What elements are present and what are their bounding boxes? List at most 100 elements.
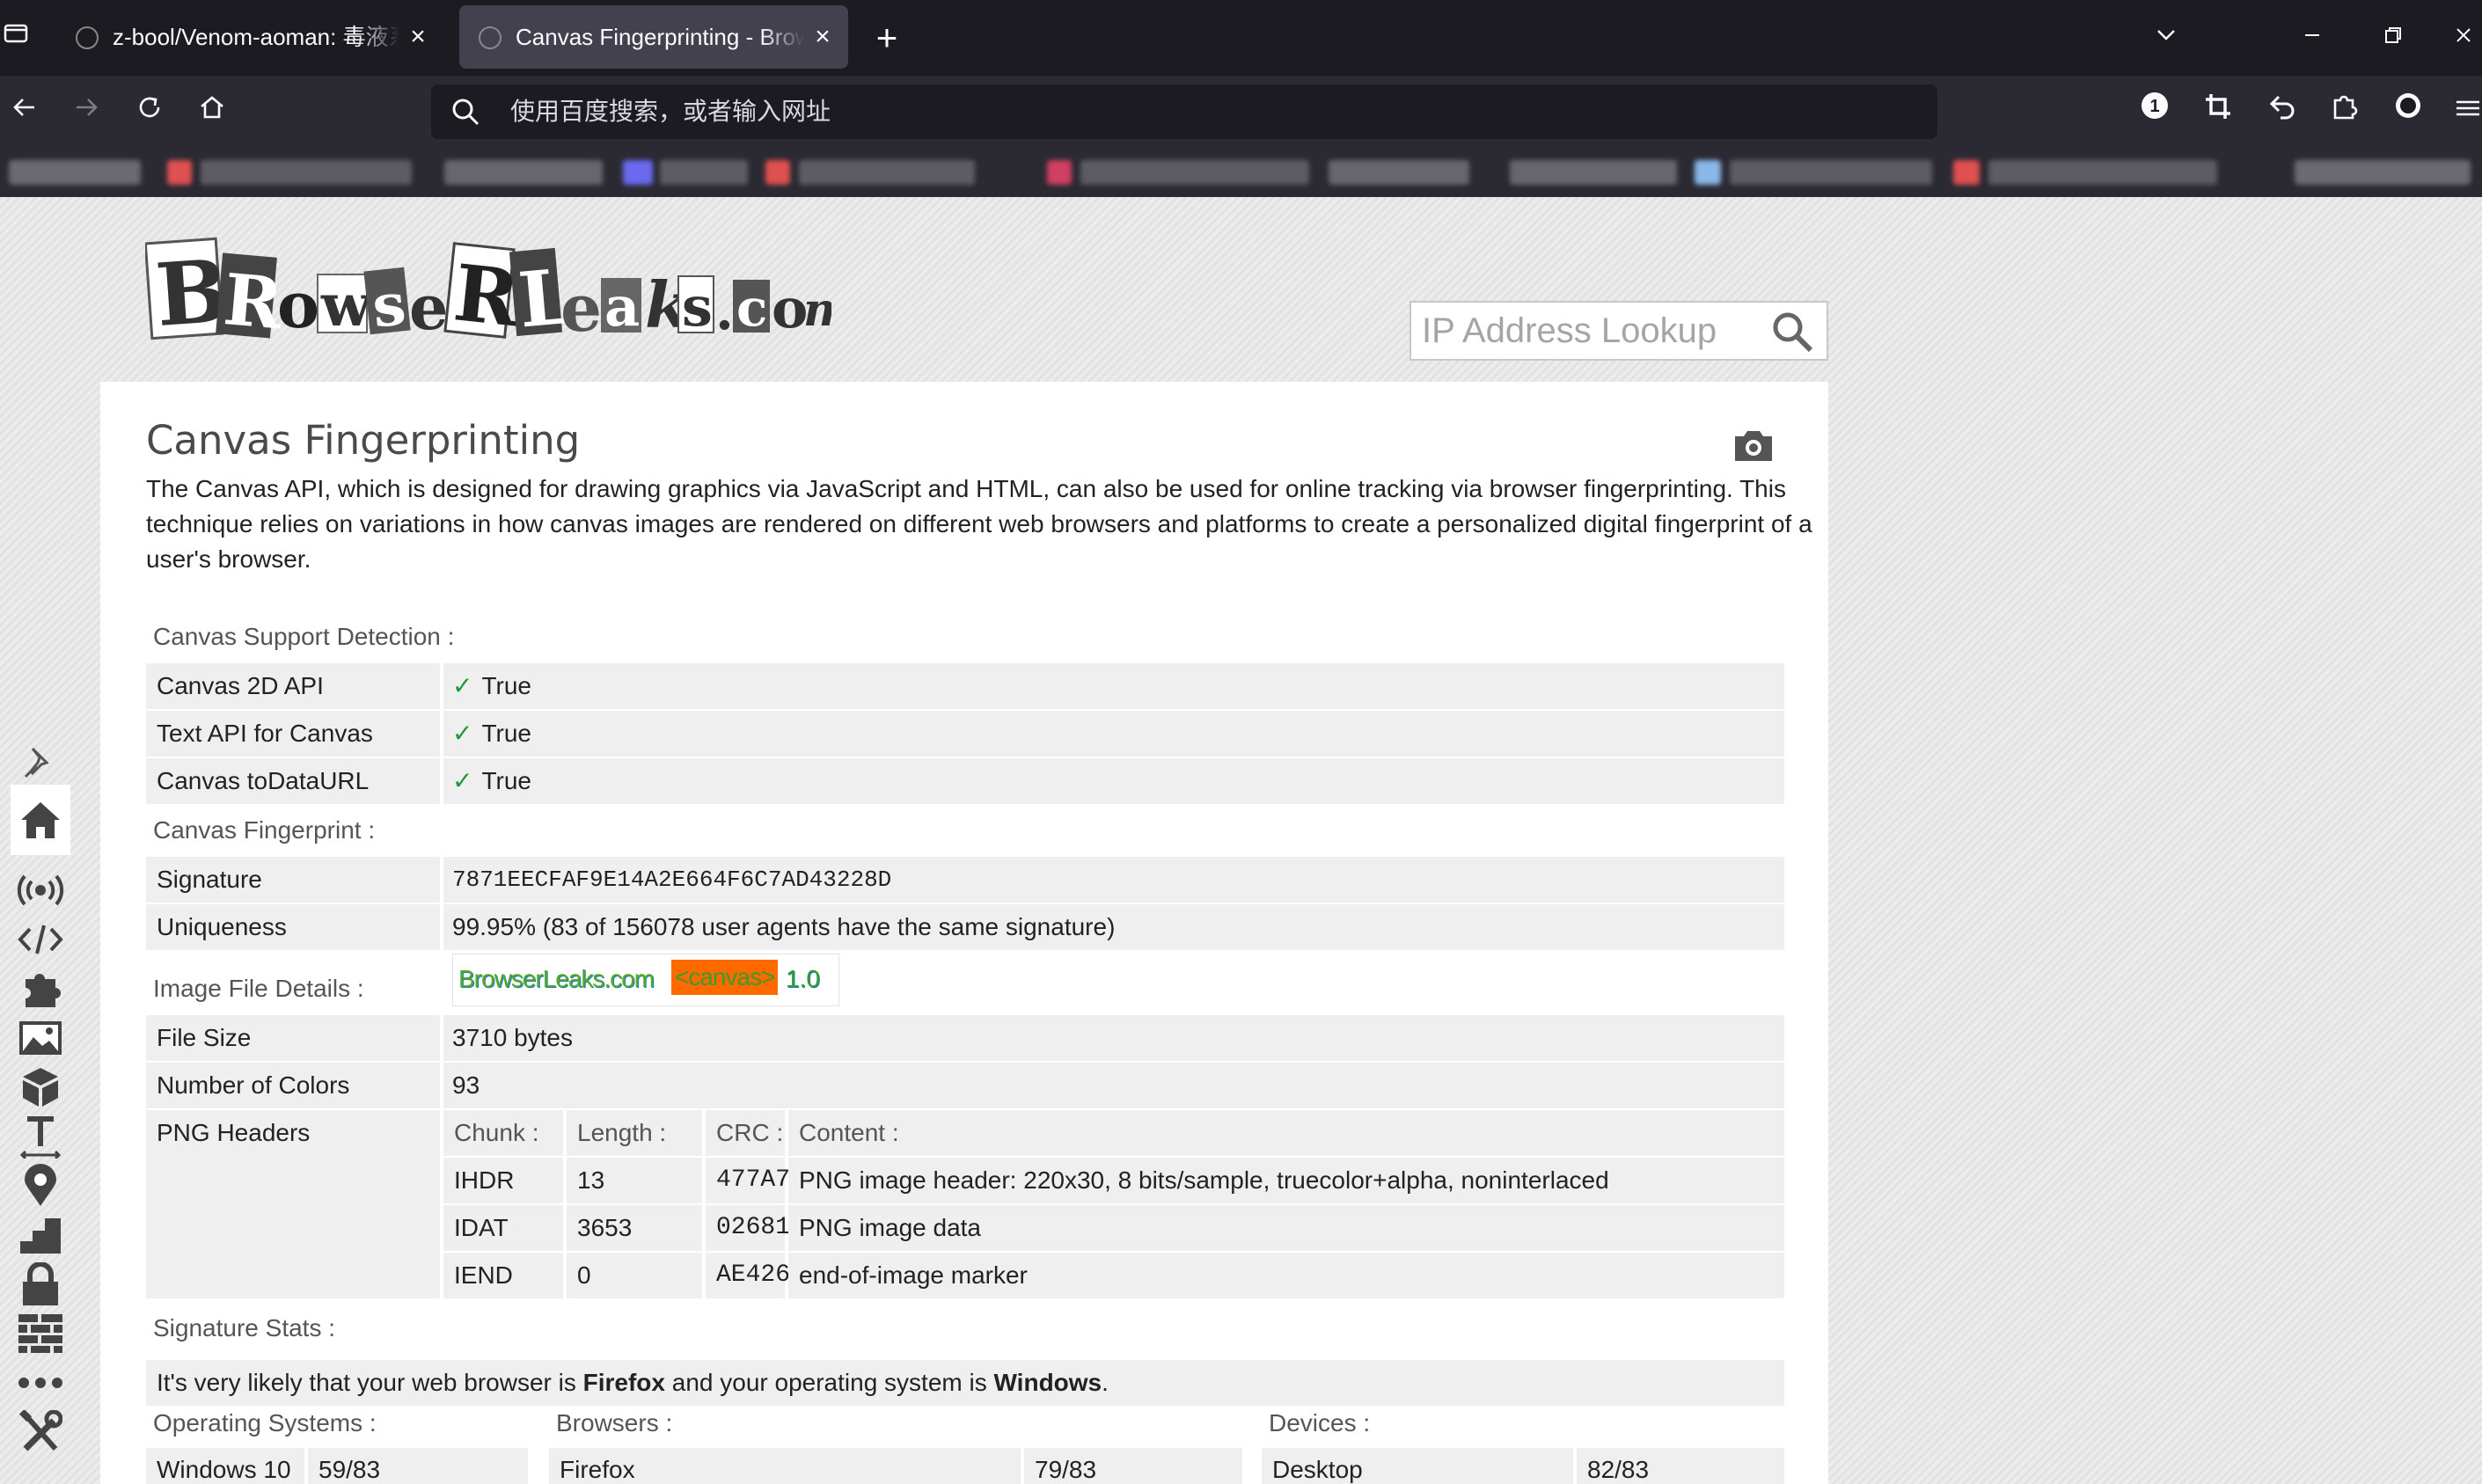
tab-bar: z-bool/Venom-aoman: 毒液系列 × Canvas Finger… [0,0,2482,76]
table-cell: 3653 [567,1205,702,1251]
bookmark-item[interactable] [444,160,603,185]
chart-steps-icon[interactable] [11,1210,70,1260]
reload-icon[interactable] [128,90,172,134]
extensions-puzzle-icon[interactable] [2323,90,2367,134]
close-window-icon[interactable] [2444,16,2482,60]
home-icon[interactable] [11,785,70,855]
bookmark-icon[interactable] [623,160,653,185]
svg-text:1: 1 [2149,97,2159,116]
text-cursor-icon[interactable] [11,1112,70,1161]
svg-text:.: . [715,281,734,342]
url-bar[interactable]: 使用百度搜索，或者输入网址 [431,84,1937,139]
bookmark-icon[interactable] [765,160,790,185]
image-icon[interactable] [11,1013,70,1063]
tools-icon[interactable] [11,1407,70,1457]
camera-icon[interactable] [1733,428,1774,463]
bookmark-item[interactable] [1080,160,1309,185]
web-page: B R o w s e R L e a k s . c o m [0,197,2482,1484]
table-row: Signature 7871EECFAF9E14A2E664F6C7AD4322… [146,857,1784,903]
svg-text:m: m [803,283,831,337]
lock-icon[interactable] [11,1260,70,1309]
table-row: Text API for Canvas ✓ True [146,711,1784,757]
column-header: Chunk : [443,1110,563,1156]
svg-text:o: o [277,267,319,342]
signature-value: 7871EECFAF9E14A2E664F6C7AD43228D [452,866,892,893]
checkmark-icon: ✓ [452,720,473,747]
new-tab-button[interactable]: + [867,16,907,60]
table-row: Canvas 2D API ✓ True [146,663,1784,709]
tab-venom-aoman[interactable]: z-bool/Venom-aoman: 毒液系列 × [56,5,443,69]
bookmark-item[interactable] [201,160,412,185]
location-pin-icon[interactable] [11,1161,70,1210]
fingerprint-heading: Canvas Fingerprint : [153,816,376,844]
undo-icon[interactable] [2259,90,2303,134]
close-icon[interactable]: × [809,5,836,69]
row-label: Text API for Canvas [157,720,373,747]
github-favicon-icon [76,26,99,49]
chevron-down-icon[interactable] [2140,16,2193,60]
table-cell: 13 [567,1158,702,1203]
row-label: Canvas 2D API [157,672,324,699]
browserleaks-logo[interactable]: B R o w s e R L e a k s . c o m [145,234,831,348]
restore-icon[interactable] [2367,16,2420,60]
minimize-icon[interactable] [2286,16,2339,60]
bookmark-item[interactable] [2295,160,2471,185]
row-label: Canvas toDataURL [157,767,370,794]
row-label: Uniqueness [157,913,287,940]
row-label: PNG Headers [146,1110,440,1298]
search-icon [452,99,480,126]
bookmark-item[interactable] [1510,160,1677,185]
search-icon[interactable] [1770,310,1814,354]
brick-wall-icon[interactable] [11,1309,70,1358]
column-header: Length : [567,1110,702,1156]
tab-canvas-fingerprinting[interactable]: Canvas Fingerprinting - BrowserLeaks × [459,5,848,69]
close-icon[interactable]: × [405,5,431,69]
svg-text:e: e [409,271,449,344]
os-name: Windows 10 [146,1448,304,1484]
pin-icon[interactable] [11,737,70,786]
intro-paragraph: The Canvas API, which is designed for dr… [146,475,1812,573]
colors-value: 93 [452,1071,480,1099]
table-cell: IDAT [443,1205,563,1251]
broadcast-icon[interactable] [11,866,70,915]
crop-icon[interactable] [2196,90,2240,134]
column-header: CRC : [706,1110,785,1156]
ip-lookup-input[interactable] [1422,303,1765,359]
row-label: Number of Colors [157,1071,350,1099]
tab-list-icon[interactable] [0,19,32,55]
row-value: ✓ True [452,767,532,794]
cube-icon[interactable] [11,1063,70,1112]
bookmark-icon[interactable] [167,160,192,185]
extension-badge-icon[interactable]: 1 [2133,90,2177,134]
more-dots-icon[interactable] [11,1358,70,1407]
forward-arrow-icon[interactable] [65,90,109,134]
bookmark-item[interactable] [799,160,975,185]
table-cell: end-of-image marker [788,1253,1784,1298]
back-arrow-icon[interactable] [2,90,46,134]
puzzle-icon[interactable] [11,964,70,1013]
svg-text:c: c [736,278,767,338]
table-row: Uniqueness 99.95% (83 of 156078 user age… [146,904,1784,950]
home-icon[interactable] [190,90,234,134]
tab-title: z-bool/Venom-aoman: 毒液系列 [113,24,399,50]
bookmark-icon[interactable] [1047,160,1072,185]
bookmark-item[interactable] [660,160,748,185]
code-icon[interactable] [11,915,70,964]
navigation-toolbar: 使用百度搜索，或者输入网址 1 [0,76,2482,148]
bookmark-icon[interactable] [1953,160,1980,185]
image-heading: Image File Details : [153,975,364,1002]
main-content: Canvas Fingerprinting The Canvas API, wh… [100,382,1828,1484]
bookmark-item[interactable] [1730,160,1932,185]
account-circle-icon[interactable] [2386,90,2430,134]
bookmark-item[interactable] [9,160,141,185]
bookmark-icon[interactable] [1695,160,1721,185]
detected-os: Windows [993,1369,1102,1396]
column-header: Content : [788,1110,1784,1156]
hamburger-menu-icon[interactable] [2449,90,2482,134]
checkmark-icon: ✓ [452,672,473,699]
svg-text:e: e [560,271,602,347]
bookmark-item[interactable] [1329,160,1469,185]
bookmark-item[interactable] [1988,160,2217,185]
url-placeholder: 使用百度搜索，或者输入网址 [510,98,831,125]
table-cell: PNG image header: 220x30, 8 bits/sample,… [788,1158,1784,1203]
